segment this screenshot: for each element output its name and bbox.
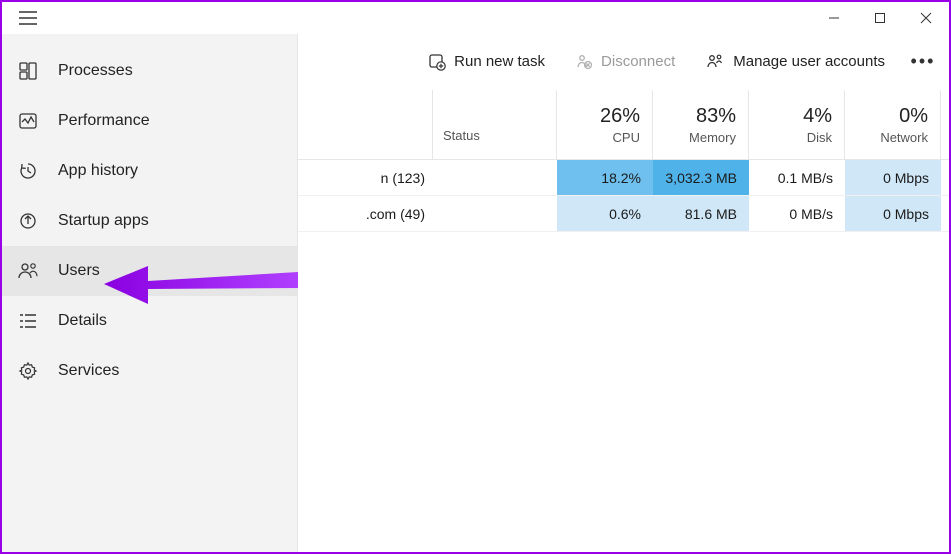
startup-apps-icon [16, 209, 40, 233]
sidebar-item-app-history[interactable]: App history [2, 146, 297, 196]
sidebar-item-label: Performance [58, 112, 150, 130]
sidebar-item-label: Details [58, 312, 107, 330]
column-network[interactable]: 0% Network [845, 90, 941, 159]
sidebar-item-performance[interactable]: Performance [2, 96, 297, 146]
memory-percent: 83% [696, 105, 736, 128]
disk-label: Disk [807, 130, 832, 145]
sidebar-item-processes[interactable]: Processes [2, 46, 297, 96]
run-new-task-icon [428, 53, 446, 71]
network-percent: 0% [899, 105, 928, 128]
sidebar-item-label: Processes [58, 62, 133, 80]
row-network-cell: 0 Mbps [845, 160, 941, 195]
sidebar-item-label: App history [58, 162, 138, 180]
processes-icon [16, 59, 40, 83]
ellipsis-icon: ••• [911, 51, 936, 72]
window-controls [811, 2, 949, 34]
column-status[interactable]: Status [433, 90, 557, 159]
task-manager-window: Run new task Disconnect Manage user acco… [0, 0, 951, 554]
cpu-label: CPU [613, 130, 640, 145]
sidebar-item-details[interactable]: Details [2, 296, 297, 346]
column-disk[interactable]: 4% Disk [749, 90, 845, 159]
sidebar-item-users[interactable]: Users [2, 246, 297, 296]
sidebar-item-label: Services [58, 362, 119, 380]
performance-icon [16, 109, 40, 133]
row-network-cell: 0 Mbps [845, 196, 941, 231]
maximize-button[interactable] [857, 2, 903, 34]
run-new-task-button[interactable]: Run new task [416, 47, 557, 77]
disconnect-icon [575, 53, 593, 71]
titlebar [2, 2, 949, 34]
manage-user-accounts-label: Manage user accounts [733, 53, 885, 70]
row-memory-cell: 3,032.3 MB [653, 160, 749, 195]
disconnect-button: Disconnect [563, 47, 687, 77]
hamburger-icon [19, 11, 37, 25]
column-cpu[interactable]: 26% CPU [557, 90, 653, 159]
maximize-icon [874, 12, 886, 24]
close-icon [920, 12, 932, 24]
row-status-cell [433, 196, 557, 231]
row-disk-cell: 0 MB/s [749, 196, 845, 231]
column-status-label: Status [443, 128, 480, 143]
minimize-button[interactable] [811, 2, 857, 34]
cpu-percent: 26% [600, 105, 640, 128]
manage-user-accounts-icon [705, 53, 725, 71]
app-history-icon [16, 159, 40, 183]
run-new-task-label: Run new task [454, 53, 545, 70]
manage-user-accounts-button[interactable]: Manage user accounts [693, 47, 897, 77]
row-cpu-cell: 0.6% [557, 196, 653, 231]
row-cpu-cell: 18.2% [557, 160, 653, 195]
row-status-cell [433, 160, 557, 195]
services-icon [16, 359, 40, 383]
sidebar-item-startup-apps[interactable]: Startup apps [2, 196, 297, 246]
more-options-button[interactable]: ••• [903, 51, 943, 72]
memory-label: Memory [689, 130, 736, 145]
column-memory[interactable]: 83% Memory [653, 90, 749, 159]
sidebar: Processes Performance App history Startu… [2, 34, 298, 552]
row-memory-cell: 81.6 MB [653, 196, 749, 231]
network-label: Network [880, 130, 928, 145]
disk-percent: 4% [803, 105, 832, 128]
sidebar-item-label: Startup apps [58, 212, 149, 230]
minimize-icon [828, 12, 840, 24]
row-disk-cell: 0.1 MB/s [749, 160, 845, 195]
hamburger-menu-button[interactable] [6, 2, 50, 34]
disconnect-label: Disconnect [601, 53, 675, 70]
users-icon [16, 259, 40, 283]
sidebar-item-services[interactable]: Services [2, 346, 297, 396]
close-button[interactable] [903, 2, 949, 34]
details-icon [16, 309, 40, 333]
sidebar-item-label: Users [58, 262, 100, 280]
